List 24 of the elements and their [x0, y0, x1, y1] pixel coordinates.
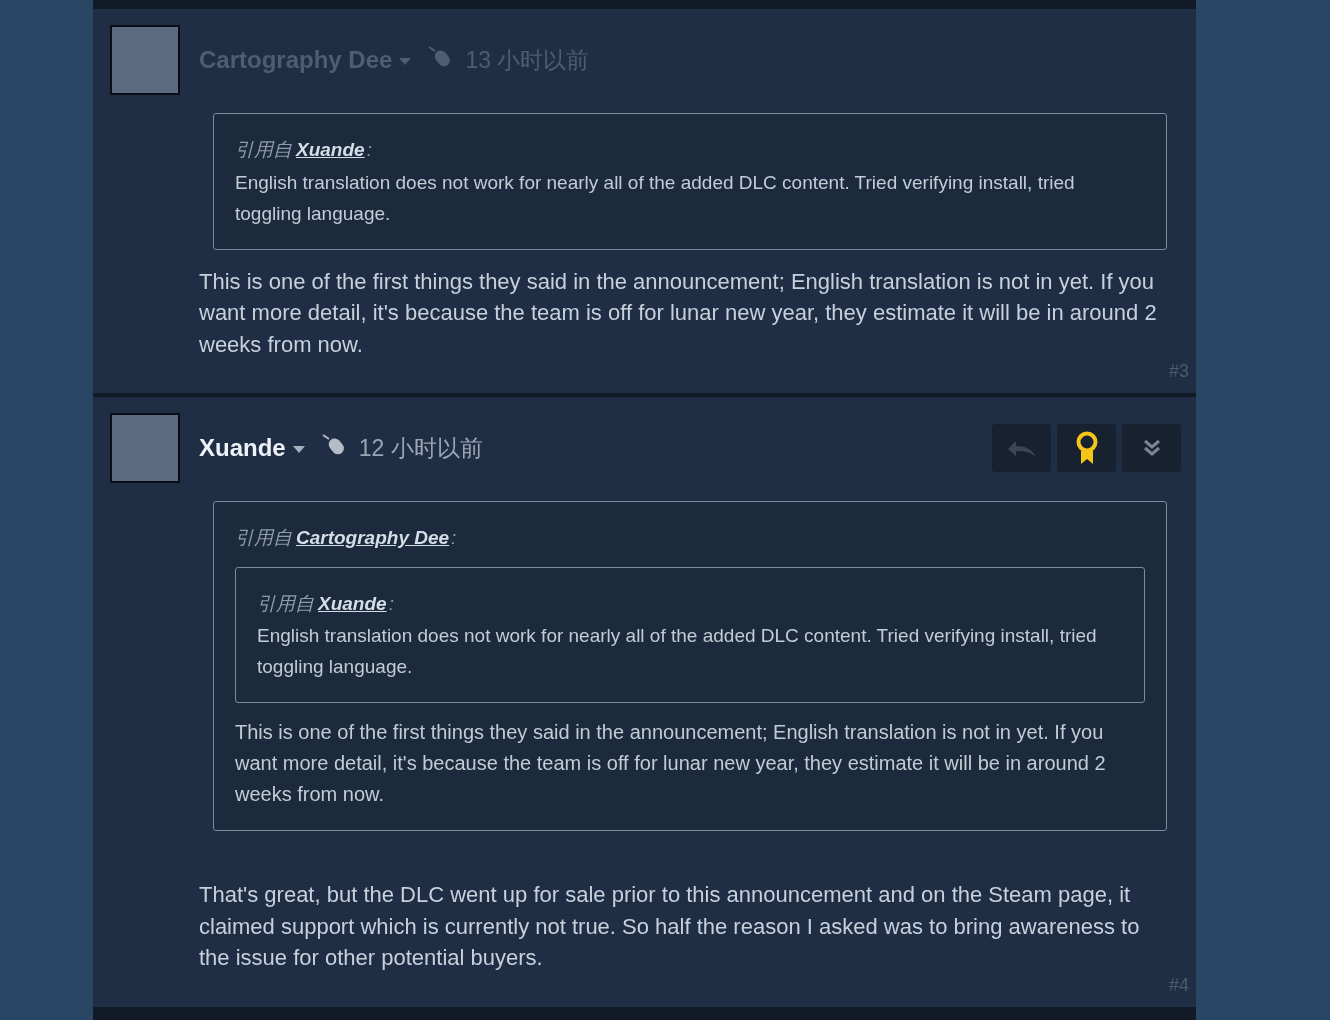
quote-colon: :	[388, 591, 394, 616]
post-body: That's great, but the DLC went up for sale prior to this announcement and on the Steam page, it claimed support which is currently not true. So half the reason I asked was to bring awareness to the issue for other potential buyers.	[199, 881, 1141, 972]
double-chevron-icon	[1142, 439, 1161, 457]
award-icon	[1074, 431, 1099, 465]
quote-author-link[interactable]: Cartography Dee	[296, 524, 450, 553]
caret-icon[interactable]	[292, 446, 305, 453]
avatar-image[interactable]	[110, 413, 180, 483]
quote-author-link[interactable]: Xuande	[296, 136, 365, 165]
post-time: 12 小时以前	[358, 433, 483, 463]
quote-prefix: 引用自	[235, 526, 292, 550]
reply-icon	[1007, 439, 1036, 457]
quote-prefix: 引用自	[257, 591, 314, 616]
author-name[interactable]: Xuande	[199, 430, 286, 466]
quote-colon: :	[451, 526, 457, 550]
award-button[interactable]	[1057, 424, 1116, 472]
avatar-image[interactable]	[110, 25, 180, 95]
quote-colon: :	[366, 138, 372, 162]
quote-text: English translation does not work for nearly all of the added DLC content. Tried verifying install, tried toggling language.	[257, 624, 1098, 679]
quote-text: English translation does not work for nearly all of the added DLC content. Tried verifying install, tried toggling language.	[235, 170, 1076, 226]
expand-button[interactable]	[1122, 424, 1181, 472]
quote-text: This is one of the first things they said in the announcement; English translation is not in yet. If you want more detail, it's because the team is off for lunar new year, they estimate it will be in around 2 weeks from now.	[235, 720, 1107, 807]
post-body: This is one of the first things they said in the announcement; English translation is not in yet. If you want more detail, it's because the team is off for lunar new year, they estimate it will be in around 2 weeks from now.	[199, 267, 1158, 359]
quote-prefix: 引用自	[235, 138, 292, 162]
quote-author-link[interactable]: Xuande	[318, 589, 387, 618]
